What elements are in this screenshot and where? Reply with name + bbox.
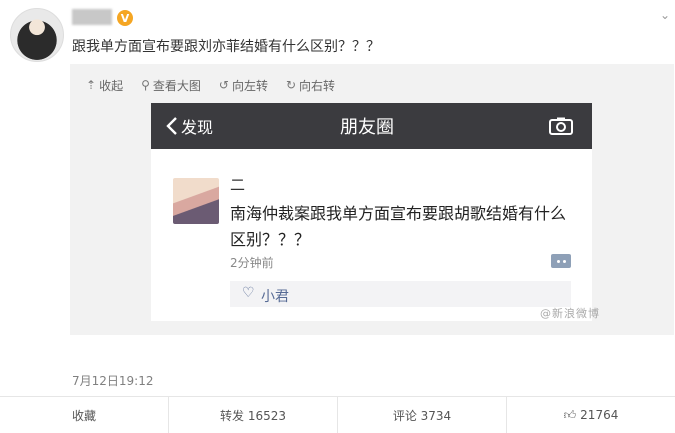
rotate-left-label: 向左转 [231,78,268,93]
friend-avatar [173,178,219,224]
thumbs-up-icon: 👍︎ [563,407,577,422]
repost-label: 转发 16523 [220,408,286,423]
rotate-right-button[interactable]: ↻ 向右转 [286,76,335,94]
liked-by-name: 小君 [261,289,289,305]
camera-icon [549,117,573,135]
action-bar: 收藏 转发 16523 评论 3734 👍︎ 21764 [0,397,675,433]
repost-button[interactable]: 转发 16523 [169,397,338,433]
heart-icon: ♡ [242,285,255,301]
verified-badge-icon: V [117,10,133,26]
like-button[interactable]: 👍︎ 21764 [507,397,675,433]
comment-button[interactable]: 评论 3734 [338,397,507,433]
chevron-down-icon[interactable]: ⌄ [657,8,673,22]
post-timestamp[interactable]: 7月12日19:12 [72,372,154,389]
collapse-button[interactable]: ⇡ 收起 [86,76,123,94]
image-toolbar: ⇡ 收起 ⚲ 查看大图 ↺ 向左转 ↻ 向右转 [86,76,335,94]
username-redacted[interactable] [72,9,112,25]
comment-dots-icon [551,254,571,268]
rotate-left-button[interactable]: ↺ 向左转 [219,76,268,94]
friend-name: 二 [230,176,246,194]
rotate-right-label: 向右转 [299,78,336,93]
magnifier-icon: ⚲ [141,78,150,92]
view-large-button[interactable]: ⚲ 查看大图 [141,76,201,94]
collapse-label: 收起 [99,78,124,93]
back-button: 发现 [166,114,213,138]
favorite-label: 收藏 [71,408,96,423]
rotate-left-icon: ↺ [218,78,229,92]
wechat-title: 朋友圈 [340,117,394,138]
rotate-right-icon: ↻ [285,78,297,92]
view-large-label: 查看大图 [152,78,201,93]
back-chevron-icon [166,117,177,135]
post-text: 跟我单方面宣布要跟刘亦菲结婚有什么区别？？？ [72,39,380,55]
time-ago: 2分钟前 [230,256,274,270]
back-label: 发现 [181,118,214,137]
avatar[interactable] [10,8,64,62]
comment-label: 评论 3734 [392,408,452,423]
friend-post-text: 南海仲裁案跟我单方面宣布要跟胡歌结婚有什么区别？？？ [230,204,567,249]
like-count: 21764 [580,408,619,422]
collapse-icon: ⇡ [86,78,97,92]
favorite-button[interactable]: 收藏 [0,397,169,433]
watermark: @新浪微博 [540,307,600,320]
